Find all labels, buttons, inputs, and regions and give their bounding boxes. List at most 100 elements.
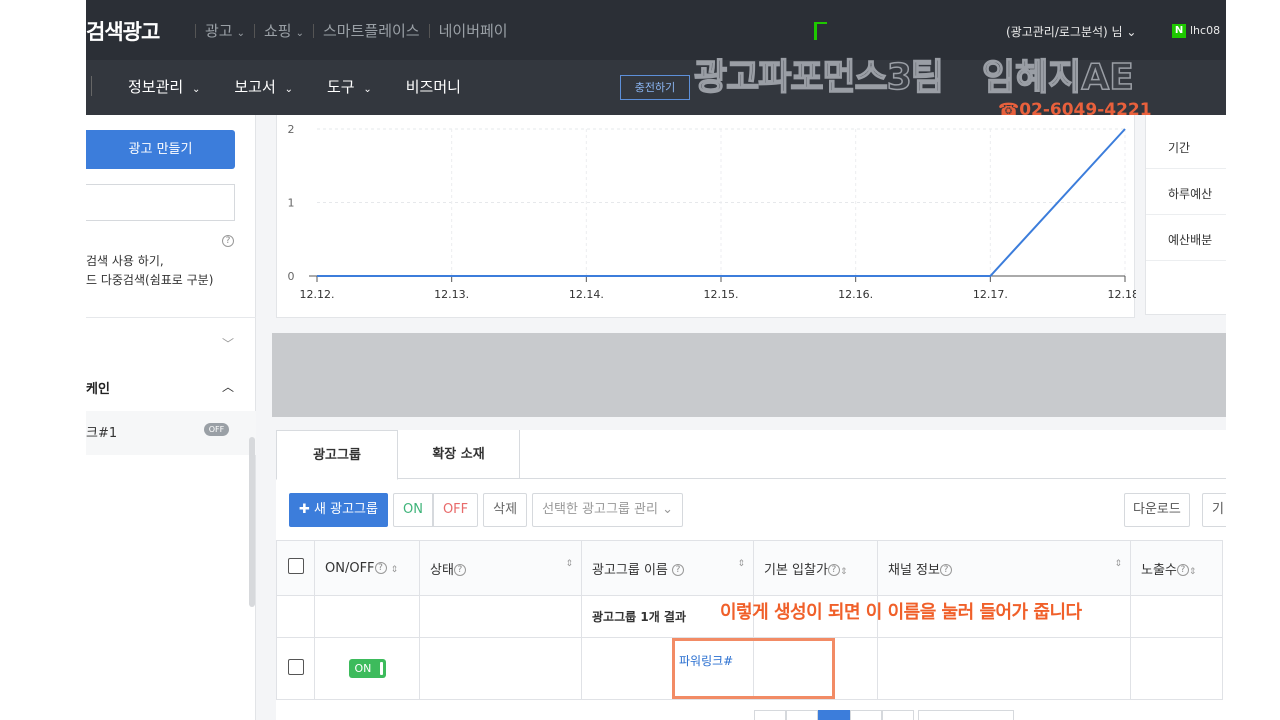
col-header-onoff[interactable]: ON/OFF? ⇕	[314, 540, 420, 596]
nav-item-smartplace[interactable]: 스마트플레이스	[323, 20, 420, 41]
loading-band	[272, 333, 1226, 417]
sort-icon[interactable]: ⇕	[1189, 567, 1197, 577]
nav-divider	[195, 23, 196, 38]
subnav-item-bizmoney[interactable]: 비즈머니	[406, 76, 461, 97]
chevron-down-icon: ⌄	[284, 84, 293, 95]
sort-icon[interactable]: ⇕	[737, 559, 745, 569]
col-header-name[interactable]: 광고그룹 이름 ? ⇕	[581, 540, 754, 596]
page-prev-button[interactable]	[754, 710, 786, 720]
col-header-channel[interactable]: 채널 정보? ⇕	[877, 540, 1131, 596]
download-button[interactable]: 다운로드	[1124, 493, 1190, 527]
tab-adgroup[interactable]: 광고그룹	[276, 430, 398, 480]
performance-chart-card: 0 1 2 12.12. 12.13. 12.14. 12.15. 12.16. 12.17. 1…	[276, 115, 1137, 318]
more-button[interactable]: 기	[1202, 493, 1226, 527]
page-next-button[interactable]	[882, 710, 914, 720]
on-toggle[interactable]: ON	[348, 659, 386, 678]
x-tick-label: 12.15.	[704, 288, 739, 301]
y-tick-label: 0	[288, 270, 295, 283]
status-indicator	[814, 22, 827, 40]
sub-nav: 정보관리 ⌄ 보고서 ⌄ 도구 ⌄ 비즈머니	[128, 76, 461, 97]
watermark-team: 광고파포먼스3팀	[693, 56, 944, 99]
chevron-down-icon: ⌄	[662, 502, 674, 517]
tab-bar: 광고그룹 확장 소재	[276, 430, 1226, 480]
info-row-daily-budget: 하루예산	[1146, 169, 1226, 215]
y-tick-label: 2	[288, 123, 295, 136]
highlight-box	[672, 638, 835, 699]
page-button[interactable]	[786, 710, 818, 720]
col-header-status[interactable]: 상태? ⇕	[419, 540, 582, 596]
row-checkbox[interactable]	[287, 658, 304, 675]
subnav-item-reports[interactable]: 보고서 ⌄	[234, 76, 293, 97]
info-row-period: 기간	[1146, 123, 1226, 169]
user-id[interactable]: lhc08	[1190, 24, 1220, 37]
x-tick-label: 12.18.	[1108, 288, 1137, 301]
instruction-annotation: 이렇게 생성이 되면 이 이름을 눌러 들어가 줍니다	[720, 602, 1082, 623]
chevron-down-icon: ⌄	[191, 84, 201, 95]
nav-divider	[428, 23, 430, 38]
delete-button[interactable]: 삭제	[483, 493, 528, 527]
nav-item-naverpay[interactable]: 네이버페이	[439, 20, 508, 41]
table-header-row: ON/OFF? ⇕ 상태? ⇕ 광고그룹 이름 ? ⇕ 기본 입찰가? ⇕ 채널 정보…	[276, 540, 1223, 596]
per-page-select[interactable]	[918, 710, 1014, 720]
user-menu[interactable]: (광고관리/로그분석) 님 ⌄	[1006, 23, 1136, 40]
select-all-cell	[276, 540, 315, 596]
result-count: 광고그룹 1개 결과	[592, 610, 686, 624]
subnav-item-info[interactable]: 정보관리 ⌄	[128, 76, 200, 97]
page-button[interactable]	[850, 710, 882, 720]
nav-item-ads[interactable]: 광고 ⌄	[205, 20, 245, 41]
app-logo[interactable]: 검색광고	[86, 16, 160, 46]
help-icon[interactable]: ?	[222, 235, 234, 247]
pagination	[754, 710, 914, 720]
chevron-down-icon[interactable]: ﹀	[222, 335, 234, 352]
sidebar-scrollbar[interactable]	[249, 437, 255, 607]
col-header-impressions[interactable]: 노출수? ⇕	[1130, 540, 1223, 596]
subnav-item-tools[interactable]: 도구 ⌄	[327, 76, 372, 97]
nav-item-shopping[interactable]: 쇼핑 ⌄	[264, 20, 304, 41]
chevron-down-icon: ⌄	[295, 28, 304, 39]
divider	[86, 317, 256, 318]
sort-icon[interactable]: ⇕	[565, 559, 573, 569]
nav-divider	[313, 23, 314, 38]
naver-logo-icon: N	[1172, 24, 1186, 38]
charge-button[interactable]: 충전하기	[620, 75, 690, 100]
create-ad-button[interactable]: 광고 만들기	[86, 130, 235, 169]
info-row-budget-distribution: 예산배분	[1146, 215, 1226, 261]
help-icon[interactable]: ?	[827, 564, 840, 576]
on-button[interactable]: ON	[392, 493, 433, 527]
sidebar-search-input[interactable]	[86, 184, 235, 221]
sidebar-campaign[interactable]: 케인	[86, 378, 110, 397]
tab-extensions[interactable]: 확장 소재	[398, 430, 520, 479]
sidebar-item-adgroup[interactable]: 크#1 OFF	[86, 411, 256, 455]
sidebar: 광고 만들기 ? 검색 사용 하기, 드 다중검색(쉼표로 구분) ﹀ 케인 ︿…	[86, 115, 256, 720]
sort-icon[interactable]: ⇕	[840, 567, 848, 577]
chevron-down-icon: ⌄	[1126, 25, 1137, 39]
chevron-down-icon: ⌄	[236, 28, 245, 39]
watermark-name: 임혜지AE	[981, 56, 1134, 99]
nav-divider	[254, 23, 255, 38]
manage-selected-dropdown[interactable]: 선택한 광고그룹 관리 ⌄	[532, 493, 684, 527]
help-icon[interactable]: ?	[672, 564, 685, 576]
off-button[interactable]: OFF	[432, 493, 479, 527]
page-current-button[interactable]	[818, 710, 850, 720]
row-onoff-cell: ON	[314, 637, 420, 700]
col-header-bid[interactable]: 기본 입찰가? ⇕	[753, 540, 878, 596]
help-icon[interactable]: ?	[939, 564, 952, 576]
y-tick-label: 1	[288, 197, 295, 210]
help-icon[interactable]: ?	[453, 564, 466, 576]
off-toggle[interactable]: OFF	[204, 423, 229, 436]
sort-icon[interactable]: ⇕	[391, 565, 399, 575]
new-adgroup-button[interactable]: ✚ 새 광고그룹	[289, 493, 388, 527]
help-icon[interactable]: ?	[1176, 564, 1189, 576]
chevron-down-icon: ⌄	[363, 84, 372, 95]
plus-icon: ✚	[299, 502, 310, 517]
search-description: 검색 사용 하기, 드 다중검색(쉼표로 구분)	[86, 254, 214, 287]
sort-icon[interactable]: ⇕	[1114, 559, 1122, 569]
chevron-up-icon[interactable]: ︿	[222, 378, 234, 395]
table-toolbar: ✚ 새 광고그룹 ON OFF 삭제 선택한 광고그룹 관리 ⌄	[289, 493, 684, 527]
x-tick-label: 12.12.	[300, 288, 335, 301]
help-icon[interactable]: ?	[374, 562, 387, 574]
row-select-cell	[276, 637, 315, 700]
select-all-checkbox[interactable]	[287, 558, 304, 574]
x-tick-label: 12.16.	[838, 288, 873, 301]
x-tick-label: 12.13.	[434, 288, 469, 301]
